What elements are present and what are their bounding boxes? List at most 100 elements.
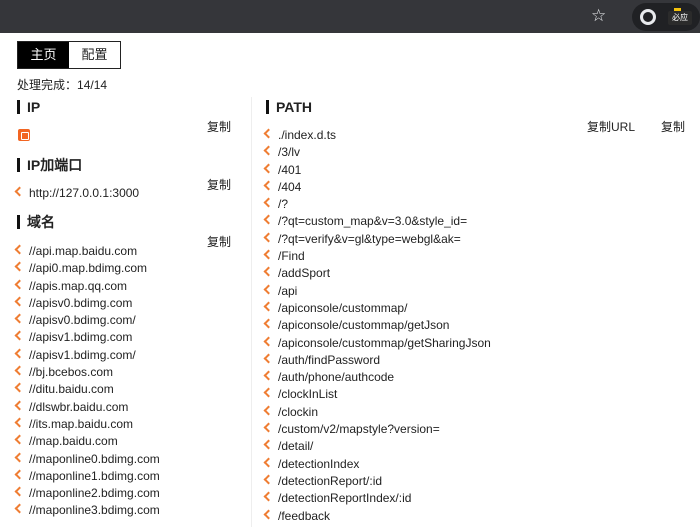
- list-item[interactable]: /detail/: [262, 438, 491, 455]
- chevron-left-icon: [263, 215, 274, 225]
- list-item[interactable]: //apis.map.qq.com: [13, 278, 160, 295]
- list-item[interactable]: /Find: [262, 248, 491, 265]
- list-item-text: //its.map.baidu.com: [29, 416, 134, 431]
- list-item[interactable]: //apisv1.bdimg.com/: [13, 347, 160, 364]
- list-item[interactable]: //its.map.baidu.com: [13, 416, 160, 433]
- list-item-text: /detectionReport/:id: [278, 473, 383, 488]
- ip-copy-button[interactable]: 复制: [207, 118, 231, 135]
- list-item[interactable]: //dlswbr.baidu.com: [13, 399, 160, 416]
- list-item[interactable]: /detectionIndex: [262, 456, 491, 473]
- list-item[interactable]: /auth/phone/authcode: [262, 369, 491, 386]
- list-item[interactable]: /?qt=custom_map&v=3.0&style_id=: [262, 213, 491, 230]
- list-item-text: /auth/findPassword: [278, 352, 381, 367]
- list-item[interactable]: //api.map.baidu.com: [13, 243, 160, 260]
- path-copy-url-button[interactable]: 复制URL: [587, 118, 635, 135]
- list-item-text: /Find: [278, 249, 305, 264]
- list-item-text: /detail/: [278, 439, 314, 454]
- ip-section-title: IP: [17, 100, 40, 114]
- list-item[interactable]: /?qt=verify&v=gl&type=webgl&ak=: [262, 231, 491, 248]
- list-item-text: /apiconsole/custommap/getSharingJson: [278, 335, 491, 350]
- tab-home[interactable]: 主页: [18, 42, 69, 68]
- list-item-text: /detectionReportIndex/:id: [278, 491, 412, 506]
- domain-copy-button[interactable]: 复制: [207, 233, 231, 250]
- chevron-left-icon: [263, 405, 274, 416]
- chevron-left-icon: [263, 180, 274, 191]
- chevron-left-icon: [263, 509, 274, 519]
- list-item-text: /auth/phone/authcode: [278, 370, 395, 385]
- list-item-text: /custom/v2/mapstyle?version=: [278, 422, 440, 437]
- status-value: 14/14: [77, 78, 108, 92]
- list-item-text: /?qt=custom_map&v=3.0&style_id=: [278, 214, 468, 229]
- list-item[interactable]: //apisv0.bdimg.com/: [13, 312, 160, 329]
- chevron-left-icon: [14, 313, 25, 324]
- list-item-text: /detectionIndex: [278, 456, 360, 471]
- list-item[interactable]: /addSport: [262, 265, 491, 282]
- browser-toolbar: ☆ 必应: [0, 0, 700, 33]
- list-item-text: //map.baidu.com: [29, 434, 118, 449]
- list-item[interactable]: /detectionReport/:id: [262, 473, 491, 490]
- list-item[interactable]: //maponline0.bdimg.com: [13, 451, 160, 468]
- list-item[interactable]: /3/lv: [262, 144, 491, 161]
- list-item[interactable]: /401: [262, 162, 491, 179]
- list-item[interactable]: //api0.map.bdimg.com: [13, 260, 160, 277]
- list-item-text: http://127.0.0.1:3000: [29, 186, 140, 200]
- list-item[interactable]: //maponline3.bdimg.com: [13, 502, 160, 519]
- tab-config[interactable]: 配置: [69, 42, 120, 68]
- list-item-text: /?: [278, 197, 289, 212]
- list-item[interactable]: /feedback: [262, 508, 491, 525]
- list-item-text: //dlswbr.baidu.com: [29, 399, 129, 414]
- list-item-text: /clockInList: [278, 387, 338, 402]
- chevron-left-icon: [14, 244, 25, 255]
- list-item[interactable]: /404: [262, 179, 491, 196]
- list-item-text: //apisv0.bdimg.com: [29, 295, 133, 310]
- chevron-left-icon: [263, 128, 274, 139]
- list-item[interactable]: //apisv0.bdimg.com: [13, 295, 160, 312]
- chevron-left-icon: [263, 457, 274, 468]
- list-item[interactable]: /clockin: [262, 404, 491, 421]
- star-icon[interactable]: ☆: [591, 6, 606, 26]
- list-item[interactable]: /clockInList: [262, 386, 491, 403]
- chevron-left-icon: [14, 400, 25, 411]
- list-item[interactable]: /apiconsole/custommap/: [262, 300, 491, 317]
- ip-port-list: http://127.0.0.1:3000: [13, 185, 139, 202]
- list-item[interactable]: ./index.d.ts: [262, 127, 491, 144]
- ip-port-copy-button[interactable]: 复制: [207, 176, 231, 193]
- list-item[interactable]: /custom/v2/mapstyle?version=: [262, 421, 491, 438]
- list-item-text: //api.map.baidu.com: [29, 244, 138, 258]
- chevron-left-icon: [14, 417, 25, 428]
- list-item[interactable]: /apiconsole/custommap/getJson: [262, 317, 491, 334]
- list-item-text: //maponline2.bdimg.com: [29, 486, 160, 501]
- list-item-text: //apisv0.bdimg.com/: [29, 313, 136, 328]
- list-item[interactable]: //bj.bcebos.com: [13, 364, 160, 381]
- chevron-left-icon: [14, 365, 25, 376]
- list-item[interactable]: //map.baidu.com: [13, 433, 160, 450]
- list-item[interactable]: /auth/findPassword: [262, 352, 491, 369]
- list-item[interactable]: //ditu.baidu.com: [13, 381, 160, 398]
- profile-icon[interactable]: [640, 9, 656, 25]
- list-item-text: //ditu.baidu.com: [29, 382, 114, 397]
- chevron-left-icon: [14, 331, 25, 341]
- list-item[interactable]: //maponline1.bdimg.com: [13, 468, 160, 485]
- chevron-left-icon: [14, 296, 25, 307]
- list-item[interactable]: /apiconsole/custommap/getSharingJson: [262, 335, 491, 352]
- chevron-left-icon: [263, 491, 274, 502]
- chevron-left-icon: [263, 301, 274, 312]
- column-divider: [251, 97, 252, 527]
- list-item-text: /3/lv: [278, 145, 301, 160]
- chevron-left-icon: [263, 197, 274, 208]
- list-item[interactable]: //apisv1.bdimg.com: [13, 329, 160, 346]
- list-item[interactable]: /?: [262, 196, 491, 213]
- path-copy-button[interactable]: 复制: [661, 118, 685, 135]
- list-item[interactable]: /detectionReportIndex/:id: [262, 490, 491, 507]
- list-item-text: /?qt=verify&v=gl&type=webgl&ak=: [278, 231, 461, 246]
- chevron-left-icon: [263, 249, 274, 260]
- list-item[interactable]: //maponline2.bdimg.com: [13, 485, 160, 502]
- status-label: 处理完成：: [17, 78, 78, 92]
- extension-badge[interactable]: 必应: [668, 11, 692, 25]
- list-item-text: ./index.d.ts: [278, 128, 337, 142]
- list-item-text: /401: [278, 162, 302, 177]
- list-item[interactable]: /api: [262, 283, 491, 300]
- list-item-text: //bj.bcebos.com: [29, 365, 114, 380]
- list-item[interactable]: http://127.0.0.1:3000: [13, 185, 139, 202]
- ip-port-section-title: IP加端口: [17, 158, 82, 172]
